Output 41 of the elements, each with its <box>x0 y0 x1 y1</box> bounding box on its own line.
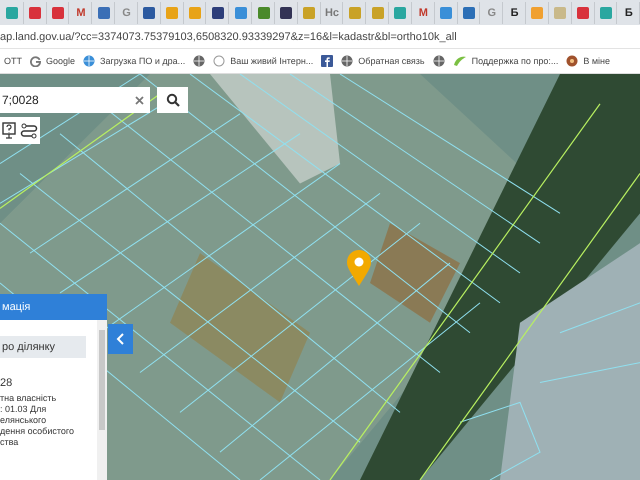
google-icon <box>30 56 41 66</box>
bookmark[interactable]: Ваш живий Інтерн... <box>213 55 314 67</box>
globe-icon <box>193 55 206 67</box>
browser-tab[interactable]: M <box>412 2 435 24</box>
panel-title: мація <box>0 294 107 320</box>
parcel-info-text: ства <box>0 437 20 448</box>
map-pin-icon[interactable] <box>345 249 373 287</box>
bookmark[interactable]: В міне <box>566 55 610 67</box>
bookmark[interactable] <box>432 55 445 67</box>
globe-icon <box>83 55 96 67</box>
parcel-info-text: тна власність <box>0 393 58 404</box>
scrollbar[interactable] <box>97 320 107 480</box>
help-monitor-icon[interactable] <box>2 122 16 140</box>
bookmark[interactable] <box>321 55 334 67</box>
collapse-button[interactable] <box>108 324 133 354</box>
bookmark[interactable]: ОТТ <box>4 56 22 66</box>
browser-tab[interactable]: Б <box>504 2 526 24</box>
parcel-info-button[interactable]: ро ділянку <box>0 336 86 358</box>
chevron-left-icon <box>116 333 126 345</box>
route-icon[interactable] <box>20 122 38 140</box>
bookmark[interactable] <box>193 55 206 67</box>
browser-tab[interactable]: Б <box>618 2 640 24</box>
parcel-info-text: : 01.03 Для <box>0 404 48 415</box>
search-button[interactable] <box>157 87 188 113</box>
browser-tab[interactable]: M <box>70 2 92 24</box>
bookmark[interactable]: Загрузка ПО и дра... <box>83 55 186 67</box>
search-icon <box>166 93 180 107</box>
bookmark[interactable]: Поддержка по про:... <box>452 55 558 67</box>
clear-icon[interactable] <box>135 96 144 104</box>
globe-icon <box>432 55 445 67</box>
round-icon <box>566 55 578 67</box>
search-field[interactable]: 7;0028 <box>0 87 150 113</box>
parcel-info-text: дення особистого <box>0 426 75 437</box>
parcel-info-text: елянського <box>0 415 48 426</box>
facebook-icon <box>321 55 334 67</box>
leaf-icon <box>452 55 467 67</box>
globe-icon <box>341 55 354 67</box>
parcel-info-text: 28 <box>0 378 14 389</box>
bookmark[interactable]: Обратная связь <box>341 55 425 67</box>
circle-icon <box>213 55 226 67</box>
bookmark[interactable]: Google <box>30 56 76 66</box>
